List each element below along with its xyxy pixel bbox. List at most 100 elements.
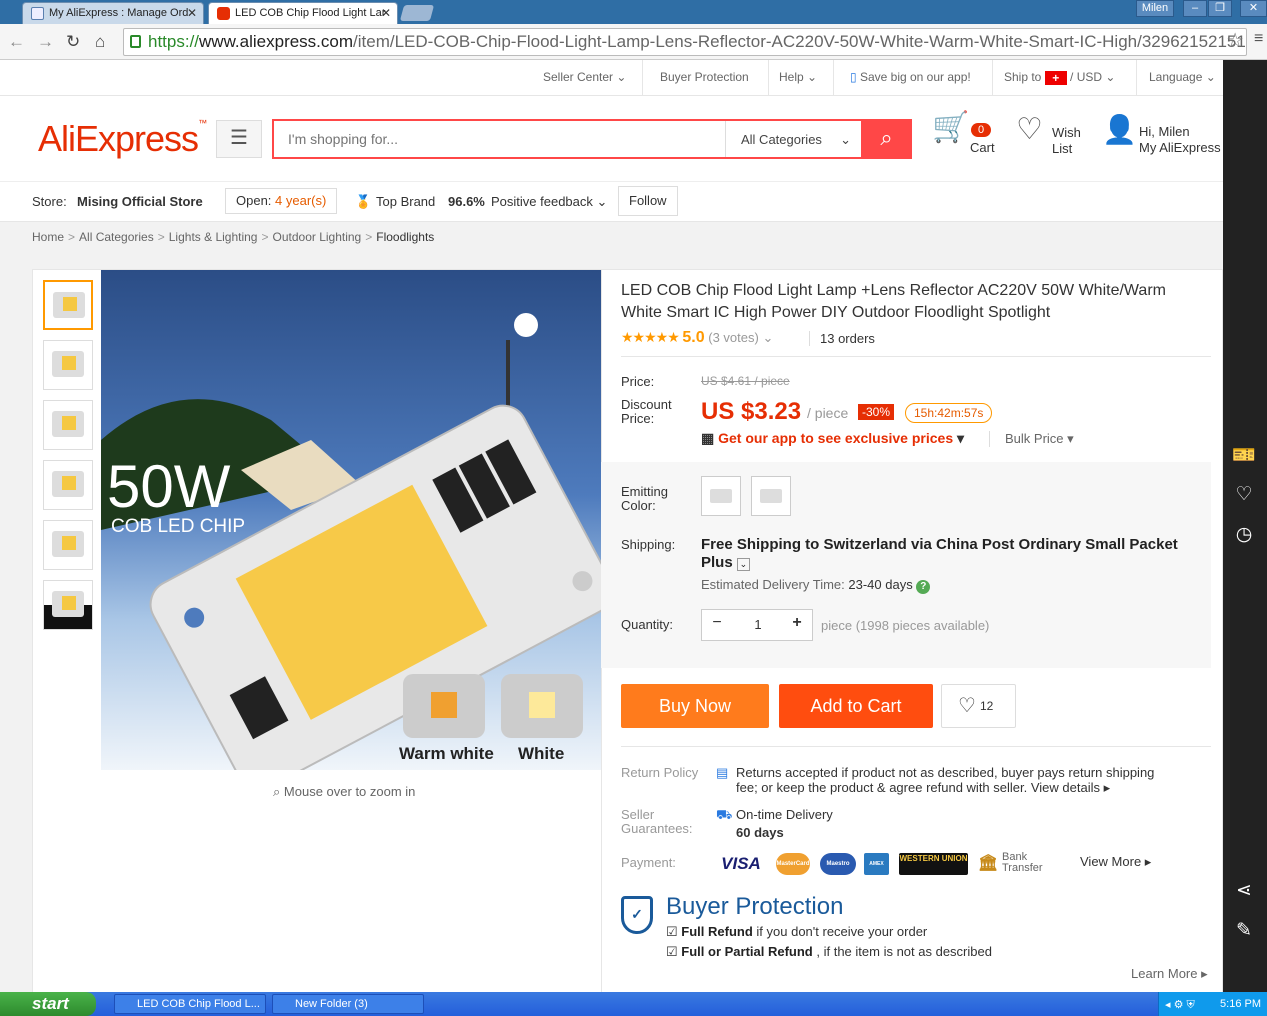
taskbar-chrome-item[interactable]: LED COB Chip Flood L... bbox=[114, 994, 266, 1014]
thumbnail[interactable] bbox=[43, 280, 93, 330]
breadcrumb-outdoor[interactable]: Outdoor Lighting bbox=[273, 230, 362, 244]
edit-icon[interactable]: ✎ bbox=[1232, 919, 1256, 942]
coupon-icon[interactable]: 🎫 bbox=[1232, 443, 1256, 467]
app-price-link[interactable]: ▦ Get our app to see exclusive prices ▾ bbox=[701, 430, 964, 447]
amex-icon: AMEX bbox=[864, 853, 889, 875]
address-bar[interactable]: https://www.aliexpress.com/item/LED-COB-… bbox=[123, 28, 1247, 56]
breadcrumb-lights[interactable]: Lights & Lighting bbox=[169, 230, 258, 244]
app-price-text: Get our app to see exclusive prices bbox=[718, 430, 954, 446]
open-label: Open: bbox=[236, 193, 272, 208]
top-brand-label: Top Brand bbox=[376, 194, 436, 209]
help-link[interactable]: Help ⌄ bbox=[779, 70, 817, 84]
tab-manage-orders[interactable]: My AliExpress : Manage Ord ✕ bbox=[22, 2, 204, 24]
thumbnail[interactable] bbox=[43, 400, 93, 450]
wishlist-icon[interactable]: ♡ bbox=[1016, 115, 1043, 145]
cart-label[interactable]: Cart bbox=[970, 140, 995, 156]
feedback-dropdown[interactable]: Positive feedback ⌄ bbox=[491, 194, 607, 210]
color-option-white[interactable] bbox=[751, 476, 791, 516]
thumbnail[interactable] bbox=[43, 580, 93, 630]
view-more-link[interactable]: View More ▸ bbox=[1080, 854, 1151, 869]
forward-icon[interactable]: → bbox=[37, 32, 54, 52]
aliexpress-logo[interactable]: AliExpress™ bbox=[38, 118, 207, 160]
account-link[interactable]: Hi, Milen My AliExpress bbox=[1139, 124, 1221, 156]
bank-line-2: Transfer bbox=[1002, 862, 1043, 874]
browser-toolbar: ← → ↻ ⌂ https://www.aliexpress.com/item/… bbox=[0, 24, 1267, 60]
history-clock-icon[interactable]: ◷ bbox=[1232, 523, 1256, 546]
user-icon[interactable]: 👤 bbox=[1102, 116, 1137, 144]
breadcrumb-floodlights[interactable]: Floodlights bbox=[376, 230, 434, 244]
quantity-input[interactable]: 1 bbox=[732, 617, 784, 632]
learn-more-link[interactable]: Learn More ▸ bbox=[1131, 966, 1208, 982]
reload-icon[interactable]: ↻ bbox=[66, 32, 80, 52]
close-window-icon[interactable]: ✕ bbox=[1240, 0, 1267, 17]
task-label: LED COB Chip Flood L... bbox=[137, 998, 260, 1010]
add-to-wishlist-button[interactable]: ♡ 12 bbox=[941, 684, 1016, 728]
close-icon[interactable]: ✕ bbox=[381, 6, 391, 20]
cart-icon[interactable]: 🛒 bbox=[932, 113, 969, 143]
buyer-protection-title: Buyer Protection bbox=[666, 893, 844, 920]
ontime-days: 60 days bbox=[736, 825, 784, 840]
new-tab-button[interactable] bbox=[399, 5, 435, 21]
decrease-button[interactable]: − bbox=[704, 614, 730, 636]
divider bbox=[621, 356, 1211, 357]
breadcrumb-all-categories[interactable]: All Categories bbox=[79, 230, 154, 244]
delivery-estimate: Estimated Delivery Time: 23-40 days ? bbox=[701, 577, 931, 594]
aliexpress-favicon-icon bbox=[217, 7, 230, 20]
home-icon[interactable]: ⌂ bbox=[95, 32, 105, 52]
my-aliexpress-label: My AliExpress bbox=[1139, 140, 1221, 155]
search-input[interactable] bbox=[274, 121, 724, 157]
chevron-down-icon: ▾ bbox=[957, 430, 965, 446]
follow-button[interactable]: Follow bbox=[618, 186, 678, 216]
profile-button[interactable]: Milen bbox=[1136, 0, 1174, 17]
wish-line-1: Wish bbox=[1052, 125, 1081, 140]
bulk-price-dropdown[interactable]: Bulk Price ▾ bbox=[989, 431, 1074, 447]
shipping-method[interactable]: Free Shipping to Switzerland via China P… bbox=[701, 536, 1211, 572]
close-icon[interactable]: ✕ bbox=[187, 6, 197, 20]
divider bbox=[1136, 60, 1137, 96]
store-open-badge: Open: 4 year(s) bbox=[225, 188, 338, 214]
increase-button[interactable]: + bbox=[784, 614, 810, 636]
thumbnail[interactable] bbox=[43, 460, 93, 510]
language-selector[interactable]: Language ⌄ bbox=[1149, 70, 1216, 84]
minimize-icon[interactable]: – bbox=[1183, 0, 1207, 17]
feedback-percent: 96.6% bbox=[448, 194, 485, 209]
breadcrumb: Home > All Categories > Lights & Lighting > Ou… bbox=[32, 230, 434, 244]
view-details-link[interactable]: View details ▸ bbox=[1031, 780, 1110, 795]
color-option-warm-white[interactable] bbox=[701, 476, 741, 516]
taskbar-folder-item[interactable]: New Folder (3) bbox=[272, 994, 424, 1014]
main-product-image[interactable]: 50W COB LED CHIP Warm white White bbox=[101, 270, 601, 770]
wishlist-heart-icon[interactable]: ♡ bbox=[1232, 483, 1256, 506]
breadcrumb-home[interactable]: Home bbox=[32, 230, 64, 244]
app-link[interactable]: ▯ Save big on our app! bbox=[850, 70, 971, 84]
thumbnail[interactable] bbox=[43, 340, 93, 390]
search-category-select[interactable]: All Categories ⌄ bbox=[725, 121, 863, 157]
discount-price-label: Discount Price: bbox=[621, 398, 672, 426]
image-subtitle-text: COB LED CHIP bbox=[111, 516, 246, 537]
help-icon[interactable]: ? bbox=[916, 580, 931, 594]
bookmark-star-icon[interactable]: ☆ bbox=[1226, 29, 1244, 54]
discount-label-line-2: Price: bbox=[621, 411, 655, 426]
tab-product[interactable]: LED COB Chip Flood Light Lar ✕ bbox=[208, 2, 398, 24]
categories-menu-button[interactable]: ☰ bbox=[216, 120, 262, 158]
buy-now-button[interactable]: Buy Now bbox=[621, 684, 769, 728]
add-to-cart-button[interactable]: Add to Cart bbox=[779, 684, 933, 728]
discount-badge: -30% bbox=[858, 404, 895, 420]
buyer-protection-link[interactable]: Buyer Protection bbox=[660, 70, 749, 84]
browser-menu-icon[interactable]: ≡ bbox=[1254, 30, 1263, 48]
breadcrumb-separator: > bbox=[157, 230, 165, 244]
back-icon[interactable]: ← bbox=[8, 32, 25, 52]
tray-icons: ◂ ⚙ ⛨ bbox=[1165, 999, 1195, 1011]
store-name-link[interactable]: Mising Official Store bbox=[77, 194, 203, 209]
search-button[interactable]: ⌕ bbox=[861, 119, 912, 159]
browser-tab-bar: My AliExpress : Manage Ord ✕ LED COB Chi… bbox=[0, 0, 1267, 24]
wish-list-link[interactable]: Wish List bbox=[1052, 125, 1081, 157]
restore-icon[interactable]: ❐ bbox=[1208, 0, 1232, 17]
logo-text: AliExpress bbox=[38, 118, 199, 159]
rating[interactable]: ★★★★★ 5.0 (3 votes) ⌄ bbox=[621, 329, 773, 347]
start-button[interactable]: start bbox=[0, 992, 96, 1016]
share-icon[interactable]: ⋖ bbox=[1232, 879, 1256, 902]
ship-to-selector[interactable]: Ship to + / USD ⌄ bbox=[1004, 70, 1115, 85]
wish-line-2: List bbox=[1052, 141, 1073, 156]
seller-center-link[interactable]: Seller Center ⌄ bbox=[543, 70, 626, 84]
thumbnail[interactable] bbox=[43, 520, 93, 570]
